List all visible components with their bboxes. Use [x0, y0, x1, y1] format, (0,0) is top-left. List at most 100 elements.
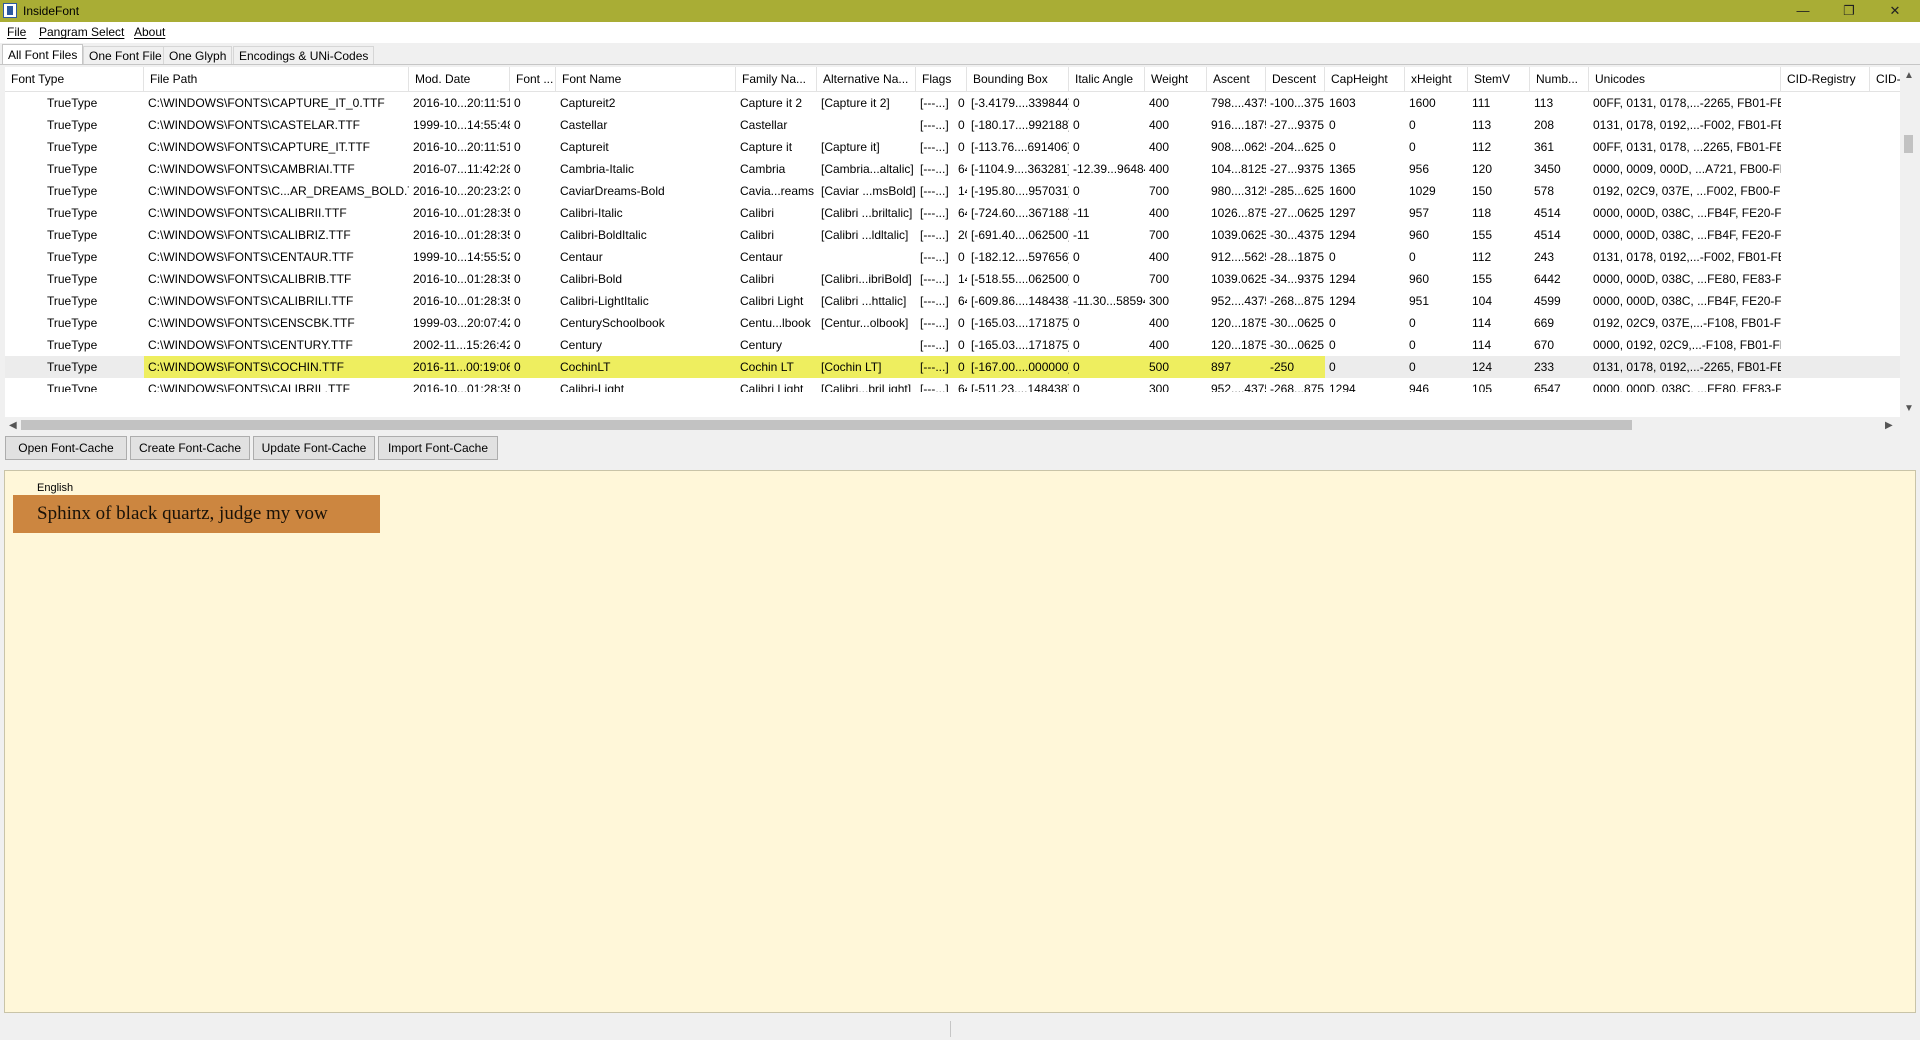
tab-divider	[0, 64, 1920, 65]
column-header[interactable]: Font Type	[5, 67, 144, 91]
table-cell: [Cambria...altalic]	[821, 162, 914, 176]
table-cell: 4514	[1534, 206, 1561, 220]
column-header[interactable]: File Path	[144, 67, 409, 91]
import-font-cache-button[interactable]: Import Font-Cache	[378, 436, 498, 460]
table-cell: 300	[1149, 382, 1170, 392]
table-cell: [---...]	[920, 272, 949, 286]
table-row[interactable]: TrueType C:\WINDOWS\FONTS\CAPTURE_IT_0.TT…	[5, 92, 1900, 114]
column-header[interactable]: Bounding Box	[967, 67, 1069, 91]
column-header[interactable]: CID-	[1870, 67, 1900, 91]
table-cell: 1999-10...14:55:52	[413, 250, 510, 264]
app-icon	[3, 3, 17, 18]
column-header[interactable]: xHeight	[1405, 67, 1468, 91]
title-bar: InsideFont — ❐ ✕	[0, 0, 1920, 22]
table-row[interactable]: TrueType C:\WINDOWS\FONTS\CASTELAR.TTF 199…	[5, 114, 1900, 136]
open-font-cache-button[interactable]: Open Font-Cache	[5, 436, 127, 460]
tab-one-glyph[interactable]: One Glyph	[163, 46, 233, 64]
table-cell: 0	[1073, 96, 1080, 110]
table-row[interactable]: TrueType C:\WINDOWS\FONTS\CENTAUR.TTF 1999…	[5, 246, 1900, 268]
table-cell: [---...]	[920, 184, 949, 198]
table-row[interactable]: TrueType C:\WINDOWS\FONTS\CENSCBK.TTF 1999…	[5, 312, 1900, 334]
menu-about[interactable]: About	[134, 25, 165, 39]
table-cell: Capture it 2	[740, 96, 803, 110]
table-cell: 1294	[1329, 272, 1356, 286]
table-cell: 64	[958, 294, 967, 308]
table-row[interactable]: TrueType C:\WINDOWS\FONTS\CALIBRIB.TTF 201…	[5, 268, 1900, 290]
table-cell: 0	[514, 96, 521, 110]
table-cell: 1600	[1329, 184, 1356, 198]
table-cell: 114	[1472, 338, 1492, 352]
table-cell: C:\WINDOWS\FONTS\CENTAUR.TTF	[148, 250, 354, 264]
table-row[interactable]: TrueType C:\WINDOWS\FONTS\CALIBRIL.TTF 201…	[5, 378, 1900, 392]
column-header[interactable]: Family Na...	[736, 67, 817, 91]
column-header[interactable]: StemV	[1468, 67, 1530, 91]
table-row[interactable]: TrueType C:\WINDOWS\FONTS\CAPTURE_IT.TTF 2…	[5, 136, 1900, 158]
horizontal-scrollbar[interactable]: ◀ ▶	[5, 417, 1900, 434]
table-cell: 4599	[1534, 294, 1561, 308]
table-cell: C:\WINDOWS\FONTS\CALIBRII.TTF	[148, 206, 347, 220]
scroll-up-icon[interactable]: ▲	[1904, 67, 1914, 84]
table-cell: 960	[1409, 228, 1430, 242]
table-row[interactable]: TrueType C:\WINDOWS\FONTS\CALIBRII.TTF 201…	[5, 202, 1900, 224]
column-header[interactable]: Font Name	[556, 67, 736, 91]
table-cell: 64	[958, 206, 967, 220]
table-row[interactable]: TrueType C:\WINDOWS\FONTS\CALIBRIZ.TTF 201…	[5, 224, 1900, 246]
column-header[interactable]: Font ...	[510, 67, 556, 91]
table-row[interactable]: TrueType C:\WINDOWS\FONTS\COCHIN.TTF 2016-…	[5, 356, 1900, 378]
vertical-scrollbar[interactable]: ▲ ▼	[1900, 67, 1917, 417]
column-header[interactable]: Unicodes	[1589, 67, 1781, 91]
column-header[interactable]: CID-Registry	[1781, 67, 1870, 91]
column-header[interactable]: Ascent	[1207, 67, 1266, 91]
table-cell: [Calibri...briLight]	[821, 382, 912, 392]
menu-pangram-select[interactable]: Pangram Select	[39, 25, 124, 39]
table-cell: -30...4375	[1270, 228, 1325, 242]
table-cell: 0	[1073, 184, 1080, 198]
restore-button[interactable]: ❐	[1826, 0, 1872, 22]
column-header[interactable]: Mod. Date	[409, 67, 510, 91]
table-cell: [-167.00....000000]	[967, 356, 1069, 378]
horizontal-scroll-thumb[interactable]	[21, 420, 1632, 430]
table-cell: 700	[1149, 184, 1170, 198]
table-cell: C:\WINDOWS\FONTS\CAPTURE_IT.TTF	[148, 140, 370, 154]
table-cell: 300	[1149, 294, 1170, 308]
scroll-right-icon[interactable]: ▶	[1885, 417, 1893, 434]
table-cell: Calibri-Italic	[560, 206, 623, 220]
table-cell: Centu...lbook	[740, 316, 811, 330]
vertical-scroll-thumb[interactable]	[1904, 135, 1913, 153]
column-header[interactable]: Weight	[1145, 67, 1207, 91]
table-cell: 908....0625	[1211, 140, 1266, 154]
column-header[interactable]: Numb...	[1530, 67, 1589, 91]
tab-one-font-file[interactable]: One Font File	[83, 46, 168, 64]
table-cell: 113	[1472, 118, 1492, 132]
table-row[interactable]: TrueType C:\WINDOWS\FONTS\CAMBRIAI.TTF 201…	[5, 158, 1900, 180]
tab-encodings[interactable]: Encodings & UNi-Codes	[233, 46, 375, 64]
minimize-button[interactable]: —	[1780, 0, 1826, 22]
column-header[interactable]: CapHeight	[1325, 67, 1405, 91]
table-cell: -100...375	[1270, 96, 1325, 110]
create-font-cache-button[interactable]: Create Font-Cache	[130, 436, 250, 460]
column-header[interactable]: Alternative Na...	[817, 67, 916, 91]
table-cell: 0	[1073, 316, 1080, 330]
update-font-cache-button[interactable]: Update Font-Cache	[253, 436, 375, 460]
table-cell: C:\WINDOWS\FONTS\CENTURY.TTF	[148, 338, 353, 352]
close-button[interactable]: ✕	[1872, 0, 1918, 22]
tab-all-font-files[interactable]: All Font Files	[2, 44, 84, 65]
table-cell: 0	[514, 338, 521, 352]
table-cell: 104	[1472, 294, 1493, 308]
menu-file[interactable]: File	[7, 25, 26, 39]
table-row[interactable]: TrueType C:\WINDOWS\FONTS\CALIBRILI.TTF 20…	[5, 290, 1900, 312]
column-header[interactable]: Flags	[916, 67, 967, 91]
table-cell: -30...0625	[1270, 338, 1325, 352]
table-cell: -268...875	[1270, 382, 1325, 392]
font-table[interactable]: Font Type File Path Mod. Date Font ... Font …	[5, 67, 1900, 417]
column-header[interactable]: Descent	[1266, 67, 1325, 91]
scroll-left-icon[interactable]: ◀	[9, 417, 17, 434]
table-row[interactable]: TrueType C:\WINDOWS\FONTS\C...AR_DREAMS_B…	[5, 180, 1900, 202]
scroll-down-icon[interactable]: ▼	[1904, 400, 1914, 417]
table-cell: Cavia...reams	[740, 184, 815, 198]
table-cell: CaviarDreams-Bold	[560, 184, 665, 198]
table-cell: Captureit	[560, 140, 609, 154]
column-header[interactable]: Italic Angle	[1069, 67, 1145, 91]
table-row[interactable]: TrueType C:\WINDOWS\FONTS\CENTURY.TTF 2002…	[5, 334, 1900, 356]
table-cell: Centaur	[560, 250, 603, 264]
